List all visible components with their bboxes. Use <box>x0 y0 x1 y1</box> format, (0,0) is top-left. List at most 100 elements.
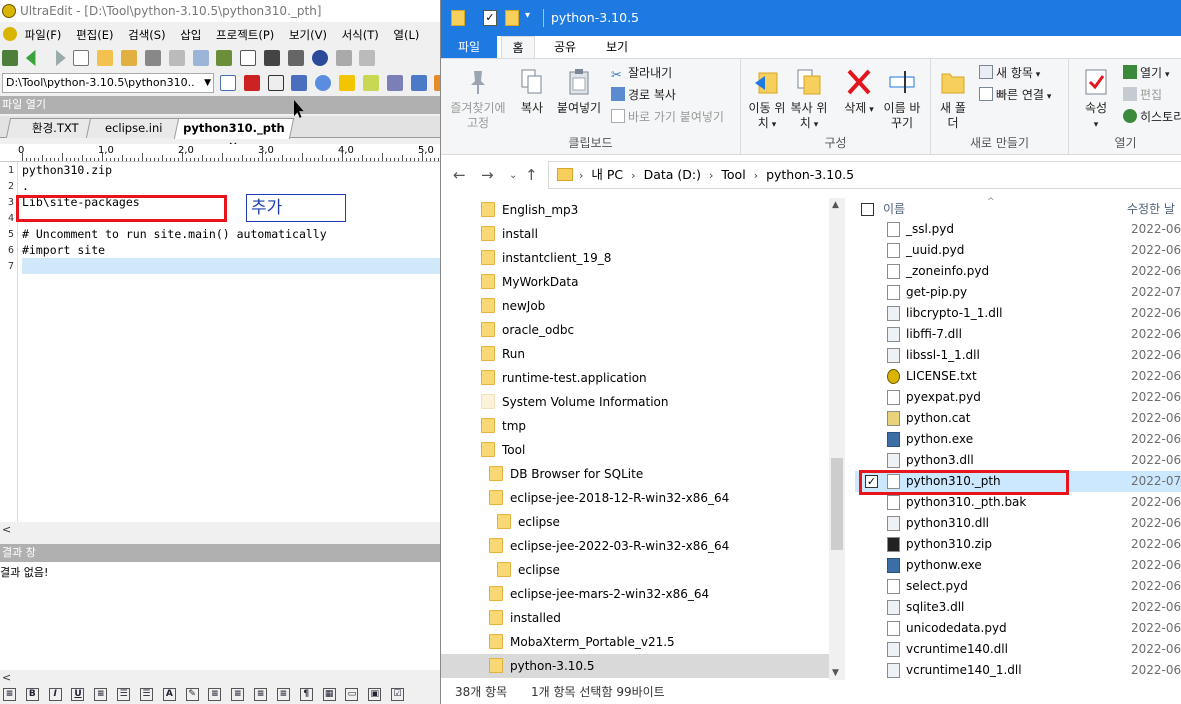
paragraph-icon[interactable]: ¶ <box>299 688 313 701</box>
copy-to-button[interactable]: 복사 위치 ▾ <box>789 67 829 133</box>
file-row[interactable]: python3.dll 2022-06-0 <box>855 450 1181 471</box>
tab-file[interactable]: 파일 <box>441 36 497 58</box>
copy-button[interactable]: 복사 <box>513 67 551 116</box>
tree-item[interactable]: eclipse <box>441 558 829 582</box>
tree-item[interactable]: Run <box>441 342 829 366</box>
copy-path-button[interactable]: 경로 복사 <box>611 87 676 103</box>
align-right-icon[interactable]: ≡ <box>231 688 245 701</box>
numbered-list-icon[interactable]: ☰ <box>139 688 153 701</box>
forward-icon[interactable] <box>56 50 66 66</box>
code-line[interactable]: #import site <box>22 243 105 257</box>
align-center-icon[interactable]: ≡ <box>208 688 222 701</box>
php-icon[interactable] <box>386 75 403 91</box>
image-icon[interactable]: ▣ <box>368 688 382 701</box>
up-arrow-icon[interactable]: ↑ <box>525 166 538 184</box>
tree-item[interactable]: tmp <box>441 414 829 438</box>
back-icon[interactable] <box>25 50 36 66</box>
menu-edit[interactable]: 편집(E) <box>76 25 113 45</box>
file-row[interactable]: vcruntime140.dll 2022-06-0 <box>855 639 1181 660</box>
file-row[interactable]: pyexpat.pyd 2022-06-0 <box>855 387 1181 408</box>
file-row[interactable]: LICENSE.txt 2022-06-0 <box>855 366 1181 387</box>
easy-access-button[interactable]: 빠른 연결 ▾ <box>979 87 1051 105</box>
globe-icon[interactable] <box>311 50 328 66</box>
file-row[interactable]: pythonw.exe 2022-06-0 <box>855 555 1181 576</box>
breadcrumb-separator-icon[interactable]: › <box>709 163 713 189</box>
spell-check-icon[interactable] <box>216 50 233 66</box>
new-file-icon[interactable] <box>73 50 90 66</box>
tree-item[interactable]: runtime-test.application <box>441 366 829 390</box>
properties-button[interactable]: 속성 ▾ <box>1073 67 1119 133</box>
breadcrumb-separator-icon[interactable]: › <box>631 163 635 189</box>
tree-item[interactable]: System Volume Information <box>441 390 829 414</box>
quick-access-dropdown-icon[interactable]: ▾ <box>525 10 530 21</box>
rename-button[interactable]: 이름 바꾸기 <box>879 67 925 131</box>
table-icon[interactable]: ▦ <box>322 688 336 701</box>
menu-insert[interactable]: 삽입 <box>180 25 201 45</box>
tree-item[interactable]: python-3.10.5 <box>441 654 829 678</box>
ultraedit-menu-icon[interactable] <box>3 27 17 41</box>
breadcrumb-separator-icon[interactable]: › <box>579 163 583 189</box>
file-row[interactable]: python310._pth.bak 2022-06-0 <box>855 492 1181 513</box>
list-icon[interactable]: ≡ <box>94 688 108 701</box>
cut-button[interactable]: ✂ 잘라내기 <box>611 65 672 83</box>
select-all-checkbox[interactable] <box>861 203 874 216</box>
workspace-icon[interactable] <box>2 50 18 66</box>
tree-item[interactable]: eclipse-jee-mars-2-win32-x86_64 <box>441 582 829 606</box>
file-row[interactable]: unicodedata.pyd 2022-06-0 <box>855 618 1181 639</box>
font-icon[interactable]: A <box>162 688 176 701</box>
file-row[interactable]: python.exe 2022-06-0 <box>855 429 1181 450</box>
code-line[interactable]: python310.zip <box>22 163 112 177</box>
hex-icon[interactable] <box>287 50 304 66</box>
paste-button[interactable]: 붙여넣기 <box>551 67 607 116</box>
scroll-left-icon[interactable]: < <box>2 671 11 684</box>
bold-icon[interactable]: B <box>25 688 39 701</box>
tree-item[interactable]: eclipse-jee-2018-12-R-win32-x86_64 <box>441 486 829 510</box>
new-item-button[interactable]: 새 항목 ▾ <box>979 65 1040 83</box>
forward-arrow-icon[interactable]: → <box>481 166 494 184</box>
tree-item[interactable]: eclipse-jee-2022-03-R-win32-x86_64 <box>441 534 829 558</box>
tree-item[interactable]: MobaXterm_Portable_v21.5 <box>441 630 829 654</box>
file-row[interactable]: python.cat 2022-06-0 <box>855 408 1181 429</box>
tree-item[interactable]: Tool <box>441 438 829 462</box>
checkbox-icon[interactable]: ✓ <box>483 10 497 26</box>
open-button[interactable]: 열기 ▾ <box>1123 65 1169 83</box>
code-line[interactable]: . <box>22 179 29 193</box>
menu-view[interactable]: 보기(V) <box>289 25 327 45</box>
open-folder-icon[interactable] <box>97 50 114 66</box>
file-row[interactable]: libssl-1_1.dll 2022-06-0 <box>855 345 1181 366</box>
file-row[interactable]: python310.zip 2022-06-0 <box>855 534 1181 555</box>
n-icon[interactable] <box>362 75 379 91</box>
bullet-list-icon[interactable]: ☰ <box>117 688 131 701</box>
file-row[interactable]: libcrypto-1_1.dll 2022-06-0 <box>855 303 1181 324</box>
open-recent-icon[interactable] <box>121 50 138 66</box>
menu-format[interactable]: 서식(T) <box>342 25 379 45</box>
google-icon[interactable] <box>220 75 236 91</box>
paste-shortcut-button[interactable]: 바로 가기 붙여넣기 <box>611 109 724 125</box>
edit-button[interactable]: 편집 <box>1123 87 1162 103</box>
outdent-icon[interactable]: ≡ <box>276 688 290 701</box>
save-icon[interactable] <box>144 50 161 66</box>
breadcrumb-python[interactable]: python-3.10.5 <box>766 162 854 188</box>
scroll-down-icon[interactable]: ▼ <box>832 668 839 678</box>
delete-button[interactable]: 삭제 ▾ <box>837 67 881 118</box>
tab-share[interactable]: 공유 <box>545 36 585 58</box>
checkbox-icon[interactable]: ☑ <box>391 688 405 701</box>
cut-icon[interactable] <box>335 50 352 66</box>
link-icon[interactable] <box>410 75 427 91</box>
menu-search[interactable]: 검색(S) <box>128 25 165 45</box>
tree-item[interactable]: DB Browser for SQLite <box>441 462 829 486</box>
breadcrumb-separator-icon[interactable]: › <box>754 163 758 189</box>
file-row[interactable]: _uuid.pyd 2022-06-0 <box>855 240 1181 261</box>
path-combo[interactable]: D:\Tool\python-3.10.5\python310.. ▼ <box>2 73 214 93</box>
tab-eclipse-ini[interactable]: eclipse.ini <box>85 118 183 138</box>
new-folder-quick-icon[interactable] <box>505 10 519 26</box>
chevron-down-icon[interactable]: ▼ <box>204 74 211 92</box>
tab-home[interactable]: 홈 <box>501 36 535 58</box>
horizontal-scrollbar[interactable]: < <box>0 522 440 538</box>
field-icon[interactable]: ▭ <box>345 688 359 701</box>
stackoverflow-icon[interactable] <box>291 75 308 91</box>
menu-file[interactable]: 파일(F) <box>25 25 62 45</box>
align-left-icon[interactable]: ≡ <box>3 688 16 701</box>
sun-icon[interactable] <box>339 75 356 91</box>
output-horizontal-scrollbar[interactable]: < <box>0 670 440 686</box>
